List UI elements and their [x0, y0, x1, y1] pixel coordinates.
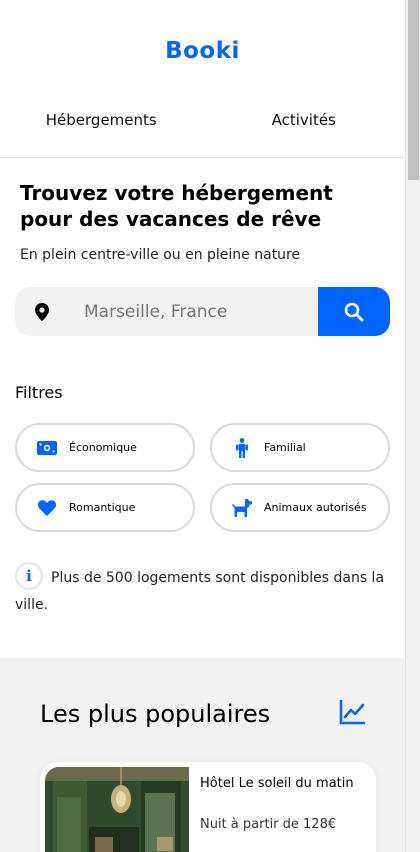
info-message: i Plus de 500 logements sont disponibles … [15, 562, 395, 618]
search-icon [344, 302, 364, 321]
dog-icon [230, 496, 254, 520]
filters-title: Filtres [15, 383, 63, 402]
hero-title: Trouvez votre hébergement pour des vacan… [20, 181, 333, 231]
filter-label: Économique [69, 441, 137, 454]
filter-label: Familial [264, 441, 306, 454]
filter-romantique[interactable]: Romantique [15, 483, 195, 532]
logo[interactable]: Booki [0, 38, 405, 64]
hotel-card[interactable]: Hôtel Le soleil du matin Nuit à partir d… [40, 762, 376, 852]
hotel-price: Nuit à partir de 128€ [200, 817, 337, 832]
filter-label: Animaux autorisés [264, 501, 367, 514]
filter-familial[interactable]: Familial [210, 423, 390, 472]
filter-label: Romantique [69, 501, 136, 514]
search-button[interactable] [318, 287, 390, 336]
popular-title: Les plus populaires [40, 700, 271, 728]
child-icon [230, 436, 254, 460]
popular-section: Les plus populaires Hôtel Le soleil du m… [0, 658, 405, 852]
filter-animaux[interactable]: Animaux autorisés [210, 483, 390, 532]
scrollbar-thumb[interactable] [408, 0, 419, 180]
hotel-image [45, 767, 189, 852]
scrollbar[interactable] [405, 0, 420, 852]
search-input[interactable] [68, 287, 318, 336]
heart-icon [35, 496, 59, 520]
location-pin-icon [15, 287, 68, 336]
hotel-name: Hôtel Le soleil du matin [200, 776, 354, 791]
info-icon: i [15, 562, 43, 590]
trend-chart-icon [339, 699, 366, 725]
filter-economique[interactable]: Économique [15, 423, 195, 472]
money-icon [35, 436, 59, 460]
page: Booki Hébergements Activités Trouvez vot… [0, 0, 405, 852]
tab-activites[interactable]: Activités [203, 98, 406, 157]
search-bar [15, 287, 390, 336]
tab-hebergements[interactable]: Hébergements [0, 98, 203, 157]
hero-subtitle: En plein centre-ville ou en pleine natur… [20, 247, 301, 263]
main-tabs: Hébergements Activités [0, 98, 405, 158]
info-text: Plus de 500 logements sont disponibles d… [15, 570, 385, 613]
